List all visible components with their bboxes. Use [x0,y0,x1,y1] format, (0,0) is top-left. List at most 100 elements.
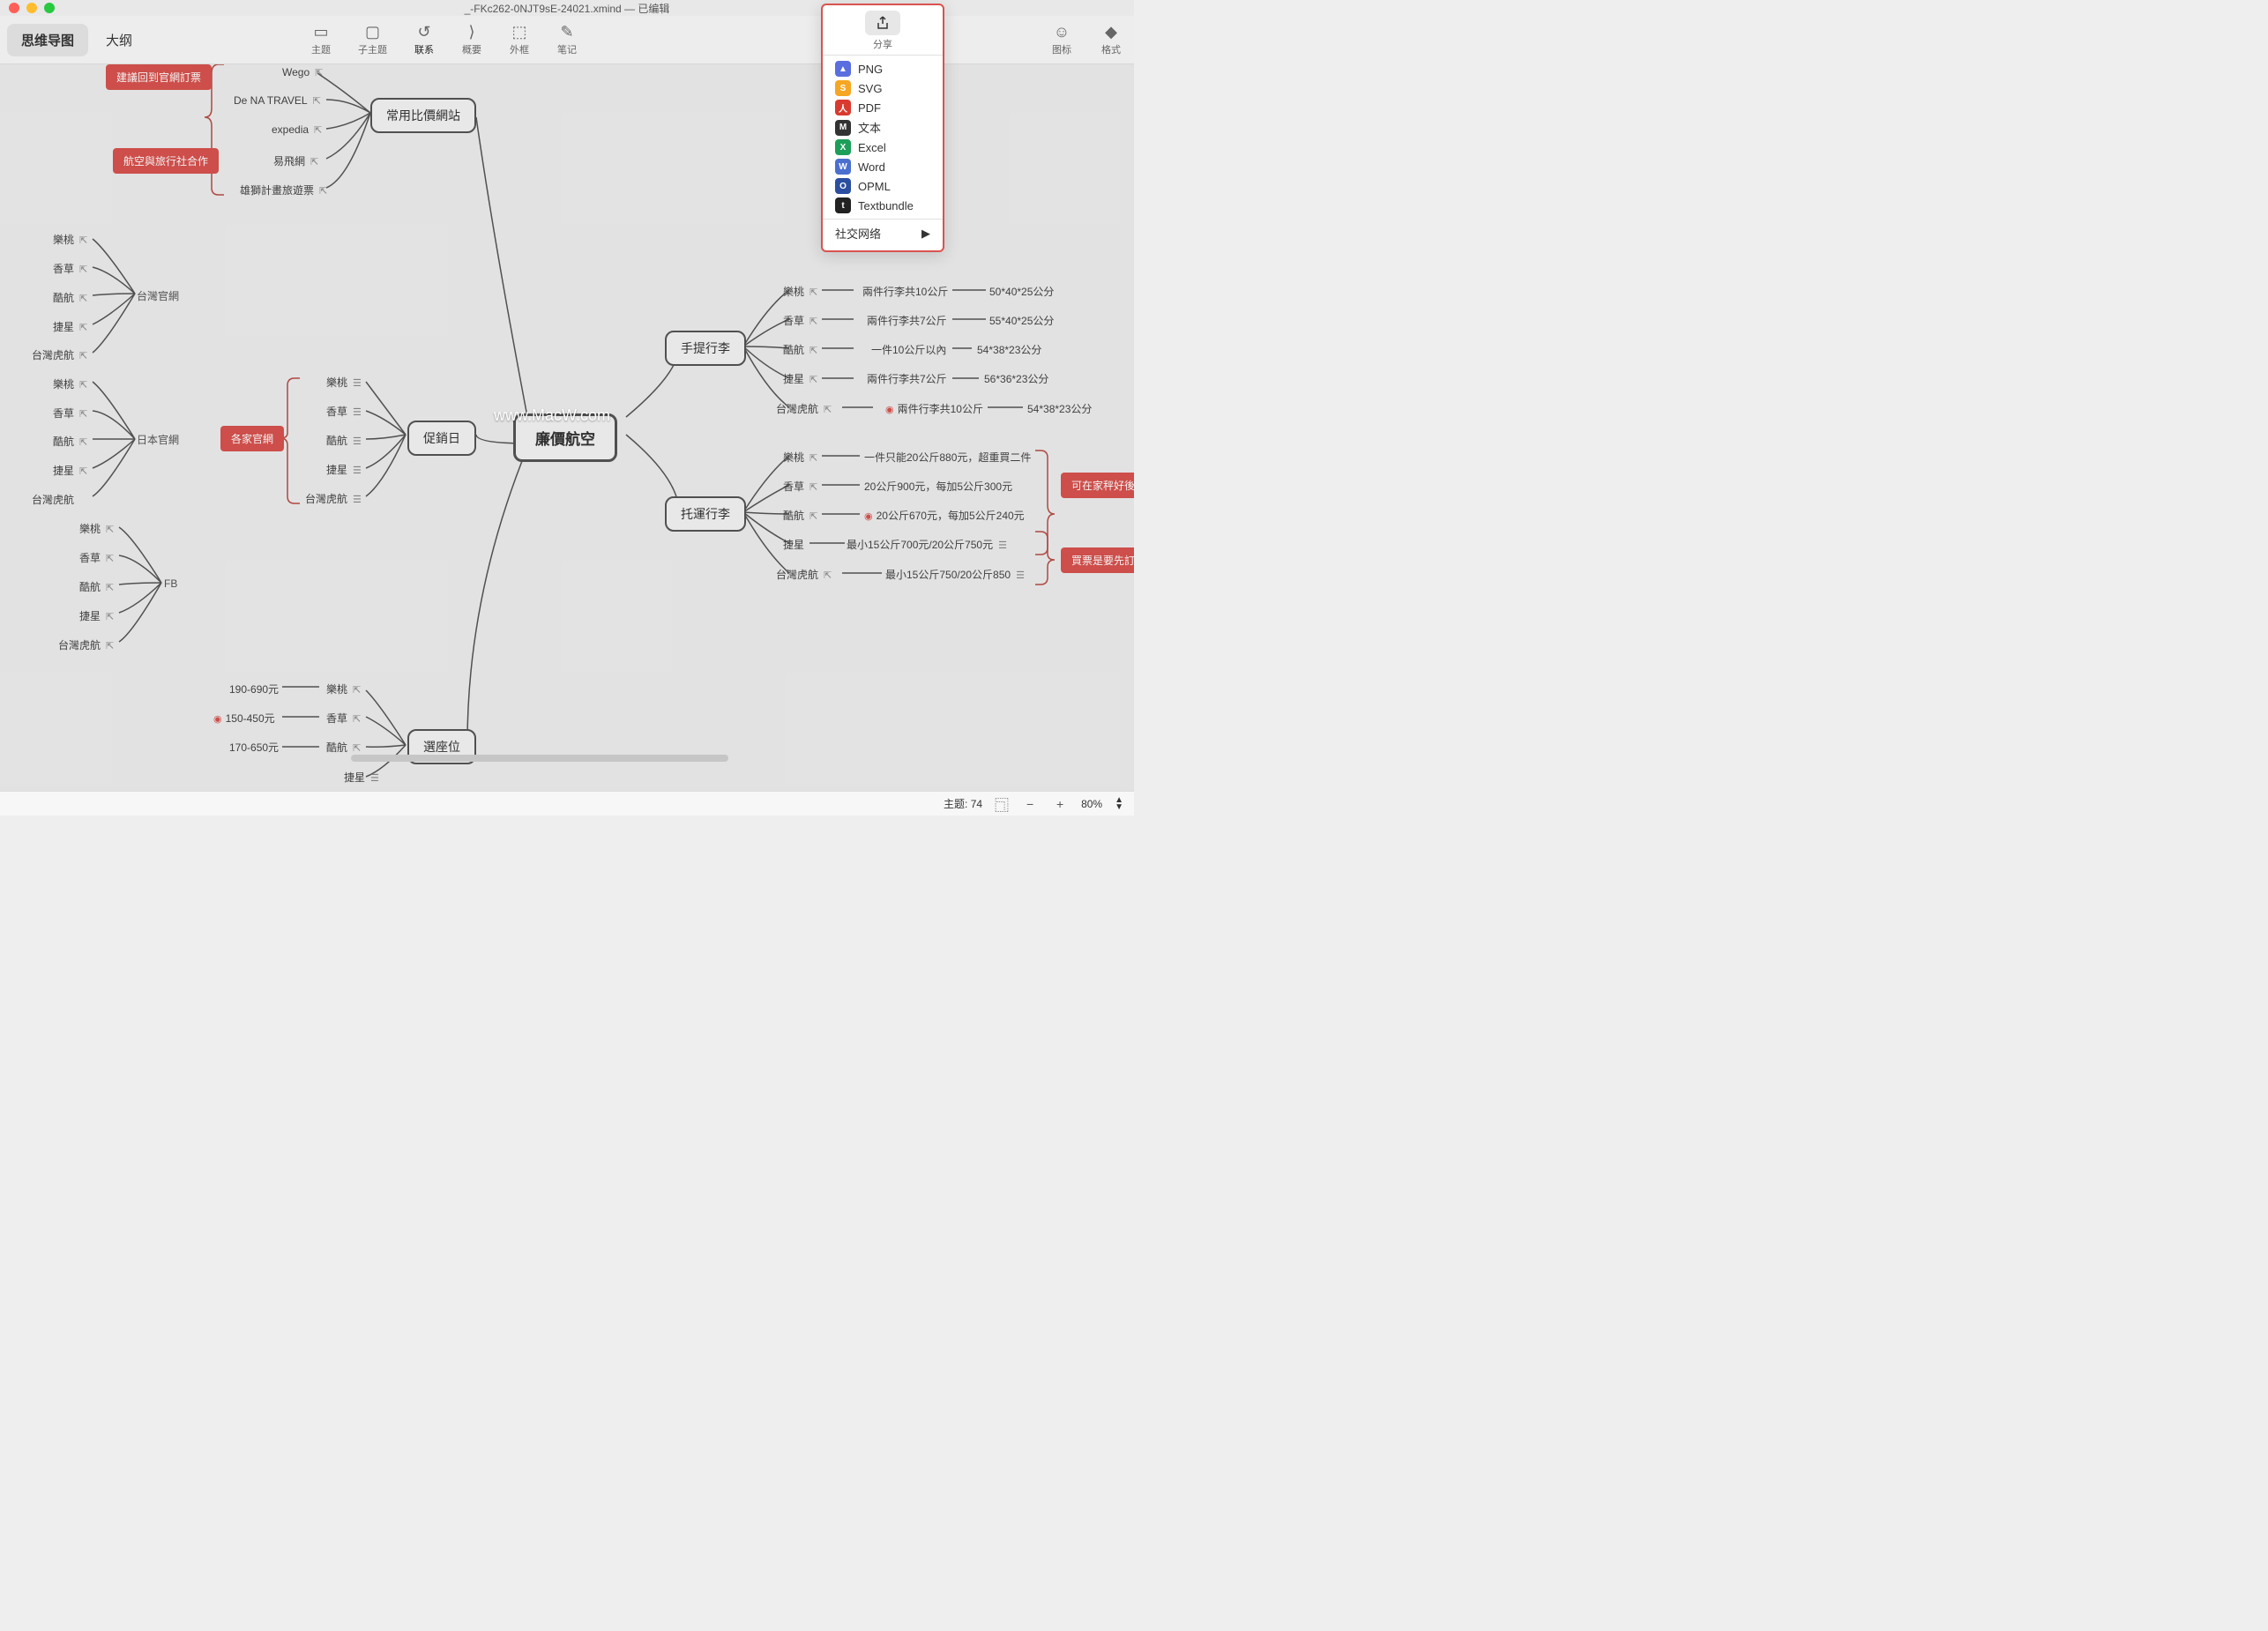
leaf-fb-3[interactable]: 捷星⇱ [79,608,114,623]
tool-notes[interactable]: ✎ 笔记 [551,21,583,58]
tool-subtopic[interactable]: ▢ 子主题 [353,21,392,58]
tool-summary[interactable]: ⟩ 概要 [456,21,488,58]
leaf-compare-0[interactable]: Wego⇱ [282,66,323,78]
notes-icon: ✎ [556,23,578,41]
share-text[interactable]: M文本 [823,117,943,138]
leaf-checked-1-spec[interactable]: 20公斤900元，每加5公斤300元 [864,479,1012,494]
share-social[interactable]: 社交网络 ▶ [823,219,943,247]
share-opml[interactable]: OOPML [823,176,943,196]
node-checked[interactable]: 托運行李 [665,496,746,532]
share-excel[interactable]: XExcel [823,138,943,157]
leaf-carryon-2-spec[interactable]: 一件10公斤以內 [871,342,946,357]
share-png[interactable]: ▲PNG [823,59,943,78]
leaf-seat-2-airline[interactable]: 酷航⇱ [326,740,361,755]
leaf-carryon-3[interactable]: 捷星⇱ [783,371,817,386]
mindmap-canvas[interactable]: 廉價航空 常用比價網站 促銷日 選座位 手提行李 托運行李 建議回到官網訂票 航… [0,64,1134,791]
tag-back-to-official[interactable]: 建議回到官網訂票 [106,64,212,90]
label-jp-official[interactable]: 日本官網 [137,432,179,447]
central-topic[interactable]: 廉價航空 [513,413,617,462]
leaf-fb-1[interactable]: 香草⇱ [79,550,114,565]
node-compare-sites[interactable]: 常用比價網站 [370,98,476,133]
leaf-carryon-0-spec[interactable]: 兩件行李共10公斤 [862,284,948,299]
external-link-icon: ⇱ [79,264,87,275]
tag-weigh-home[interactable]: 可在家秤好後 [1061,473,1134,498]
tool-icon-panel[interactable]: ☺ 图标 [1046,21,1078,58]
share-pdf[interactable]: 人PDF [823,98,943,117]
tool-boundary[interactable]: ⬚ 外框 [504,21,535,58]
leaf-seat-1-airline[interactable]: 香草⇱ [326,711,361,726]
leaf-promo-2[interactable]: 酷航☰ [326,433,362,448]
leaf-checked-2[interactable]: 酷航⇱ [783,508,817,523]
leaf-compare-4[interactable]: 雄獅計畫旅遊票⇱ [240,182,327,197]
map-icon[interactable]: ⿹ [995,793,1009,815]
leaf-checked-4-spec[interactable]: 最小15公斤750/20公斤850☰ [885,567,1025,582]
tool-topic[interactable]: ▭ 主题 [305,21,337,58]
view-outline-button[interactable]: 大纲 [92,24,146,56]
leaf-promo-0[interactable]: 樂桃☰ [326,375,362,390]
tag-buy-first[interactable]: 買票是要先訂 [1061,547,1134,573]
leaf-carryon-2[interactable]: 酷航⇱ [783,342,817,357]
leaf-carryon-1-size[interactable]: 55*40*25公分 [989,313,1054,328]
zoom-level[interactable]: 80% [1081,798,1102,810]
node-carryon[interactable]: 手提行李 [665,331,746,366]
leaf-checked-1[interactable]: 香草⇱ [783,479,817,494]
leaf-carryon-2-size[interactable]: 54*38*23公分 [977,342,1041,357]
leaf-checked-4[interactable]: 台灣虎航⇱ [776,567,832,582]
tool-relationship[interactable]: ↺ 联系 [408,21,440,58]
leaf-checked-3-spec[interactable]: 最小15公斤700元/20公斤750元☰ [847,537,1007,552]
label-tw-official[interactable]: 台灣官網 [137,288,179,303]
leaf-seat-0-airline[interactable]: 樂桃⇱ [326,681,361,696]
leaf-checked-0[interactable]: 樂桃⇱ [783,450,817,465]
share-textbundle[interactable]: tTextbundle [823,196,943,215]
leaf-seat-2-price[interactable]: 170-650元 [229,740,279,755]
tag-each-official[interactable]: 各家官網 [220,426,284,451]
leaf-jp-4[interactable]: 台灣虎航 [32,492,74,507]
leaf-fb-4[interactable]: 台灣虎航⇱ [58,637,114,652]
leaf-seat-0-price[interactable]: 190-690元 [229,681,279,696]
leaf-tw-0[interactable]: 樂桃⇱ [53,232,87,247]
leaf-compare-1[interactable]: De NA TRAVEL⇱ [234,94,321,107]
horizontal-scrollbar[interactable] [351,755,728,762]
leaf-carryon-0[interactable]: 樂桃⇱ [783,284,817,299]
leaf-jp-2[interactable]: 酷航⇱ [53,434,87,449]
leaf-carryon-1[interactable]: 香草⇱ [783,313,817,328]
share-svg[interactable]: SSVG [823,78,943,98]
leaf-checked-2-spec[interactable]: ◉20公斤670元，每加5公斤240元 [864,508,1025,523]
leaf-carryon-4-size[interactable]: 54*38*23公分 [1027,401,1092,416]
leaf-carryon-3-size[interactable]: 56*36*23公分 [984,371,1048,386]
leaf-carryon-1-spec[interactable]: 兩件行李共7公斤 [867,313,947,328]
leaf-jp-3[interactable]: 捷星⇱ [53,463,87,478]
leaf-promo-3[interactable]: 捷星☰ [326,462,362,477]
leaf-fb-0[interactable]: 樂桃⇱ [79,521,114,536]
leaf-seat-3-airline[interactable]: 捷星☰ [344,770,379,785]
leaf-carryon-4[interactable]: 台灣虎航⇱ [776,401,832,416]
leaf-fb-2[interactable]: 酷航⇱ [79,579,114,594]
leaf-tw-1[interactable]: 香草⇱ [53,261,87,276]
leaf-carryon-4-spec[interactable]: ◉兩件行李共10公斤 [885,401,983,416]
share-button[interactable] [865,11,900,35]
zoom-stepper-icon[interactable]: ▲▼ [1115,797,1123,811]
leaf-jp-0[interactable]: 樂桃⇱ [53,376,87,391]
tag-airline-partner[interactable]: 航空與旅行社合作 [113,148,219,174]
leaf-jp-1[interactable]: 香草⇱ [53,406,87,421]
view-mindmap-button[interactable]: 思维导图 [7,24,88,56]
zoom-out-button[interactable]: − [1021,795,1039,813]
tool-format-panel[interactable]: ◆ 格式 [1095,21,1127,58]
external-link-icon: ⇱ [106,554,114,564]
leaf-carryon-3-spec[interactable]: 兩件行李共7公斤 [867,371,947,386]
label-fb[interactable]: FB [164,577,177,590]
leaf-promo-1[interactable]: 香草☰ [326,404,362,419]
share-word[interactable]: WWord [823,157,943,176]
node-promo[interactable]: 促銷日 [407,421,476,456]
leaf-tw-4[interactable]: 台灣虎航⇱ [32,347,87,362]
leaf-checked-3[interactable]: 捷星 [783,537,804,552]
leaf-tw-2[interactable]: 酷航⇱ [53,290,87,305]
zoom-in-button[interactable]: + [1051,795,1069,813]
leaf-promo-4[interactable]: 台灣虎航☰ [305,491,362,506]
leaf-carryon-0-size[interactable]: 50*40*25公分 [989,284,1054,299]
leaf-checked-0-spec[interactable]: 一件只能20公斤880元，超重買二件 [864,450,1031,465]
leaf-compare-2[interactable]: expedia⇱ [272,123,322,136]
leaf-compare-3[interactable]: 易飛網⇱ [273,153,318,168]
leaf-seat-1-price[interactable]: ◉150-450元 [213,711,275,726]
leaf-tw-3[interactable]: 捷星⇱ [53,319,87,334]
